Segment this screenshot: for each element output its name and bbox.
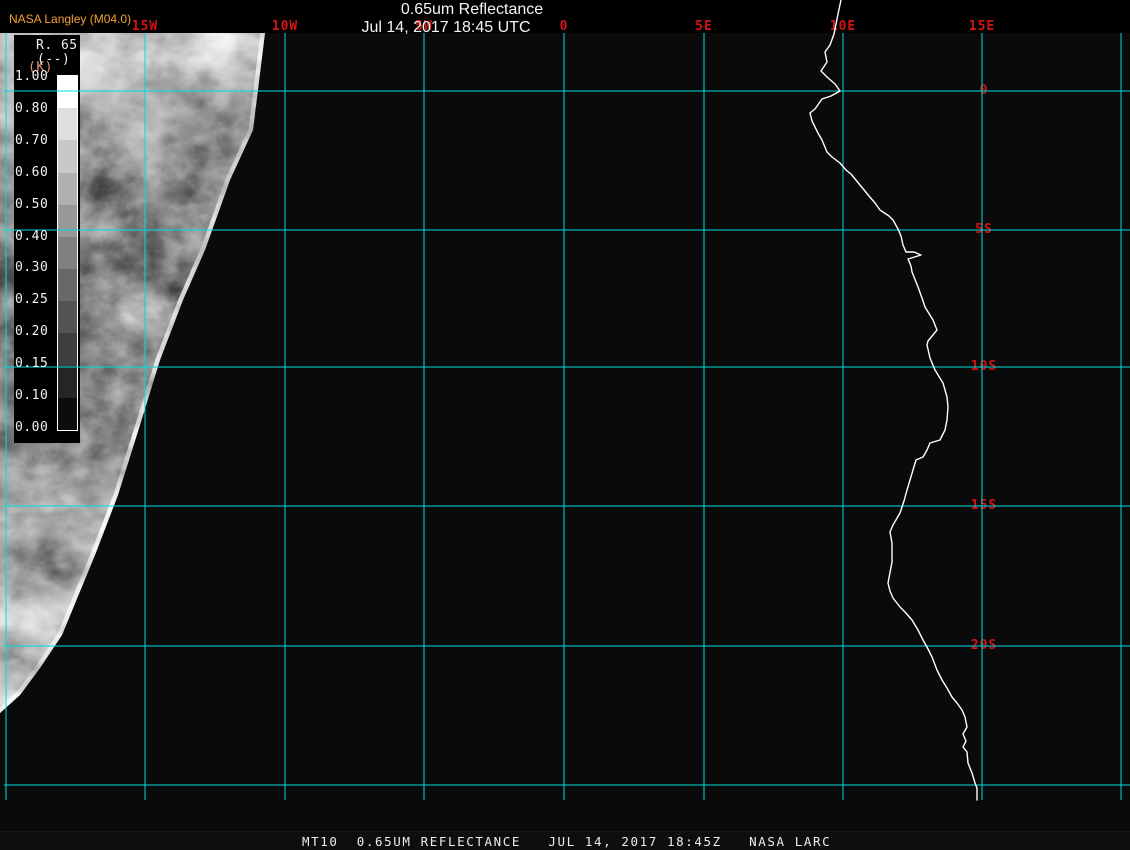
longitude-label-10W: 10W: [272, 21, 298, 33]
colorbar-segment: [58, 398, 77, 430]
colorbar-units: (--): [37, 53, 70, 67]
nasa-langley-credit: NASA Langley (M04.0): [9, 12, 131, 26]
longitude-label-5E: 5E: [695, 21, 713, 33]
colorbar-segment: [58, 333, 77, 365]
latitude-label-0: 0: [978, 84, 991, 98]
colorbar-title: R. 65: [36, 39, 78, 53]
colorbar-tick-1.00: 1.00: [15, 70, 57, 84]
colorbar-tick-0.25: 0.25: [15, 293, 57, 307]
colorbar-tick-0.60: 0.60: [15, 166, 57, 180]
latitude-label-10S: 10S: [969, 360, 999, 374]
colorbar-segment: [58, 173, 77, 205]
colorbar-tick-0.20: 0.20: [15, 325, 57, 339]
colorbar-segment: [58, 366, 77, 398]
colorbar-tick-0.50: 0.50: [15, 198, 57, 212]
colorbar-tick-0.00: 0.00: [15, 421, 57, 435]
colorbar-gradient-bar: [57, 75, 78, 431]
colorbar-segment: [58, 108, 77, 140]
colorbar-tick-0.70: 0.70: [15, 134, 57, 148]
colorbar-tick-0.10: 0.10: [15, 389, 57, 403]
colorbar-tick-0.30: 0.30: [15, 261, 57, 275]
colorbar-tick-0.40: 0.40: [15, 230, 57, 244]
colorbar-segment: [58, 301, 77, 333]
colorbar-segment: [58, 76, 77, 108]
satellite-display-window: R. 65 (K) (--) 1.000.800.700.600.500.400…: [0, 0, 1130, 850]
colorbar-segment: [58, 269, 77, 301]
colorbar-segment: [58, 205, 77, 237]
colorbar-segment: [58, 140, 77, 172]
image-title: 0.65um Reflectance: [401, 1, 543, 19]
colorbar-tick-0.80: 0.80: [15, 102, 57, 116]
longitude-label-10E: 10E: [830, 21, 856, 33]
latitude-label-15S: 15S: [969, 499, 999, 513]
image-datetime: Jul 14, 2017 18:45 UTC: [362, 19, 531, 37]
colorbar-tick-0.15: 0.15: [15, 357, 57, 371]
latitude-label-5S: 5S: [973, 223, 995, 237]
longitude-label-15E: 15E: [969, 21, 995, 33]
longitude-label-0: 0: [560, 21, 569, 33]
colorbar-segment: [58, 237, 77, 269]
map-background: [0, 33, 1130, 831]
longitude-label-15W: 15W: [132, 21, 158, 33]
footer-annotation-text: MT10 0.65UM REFLECTANCE JUL 14, 2017 18:…: [302, 834, 831, 849]
latitude-label-20S: 20S: [969, 639, 999, 653]
